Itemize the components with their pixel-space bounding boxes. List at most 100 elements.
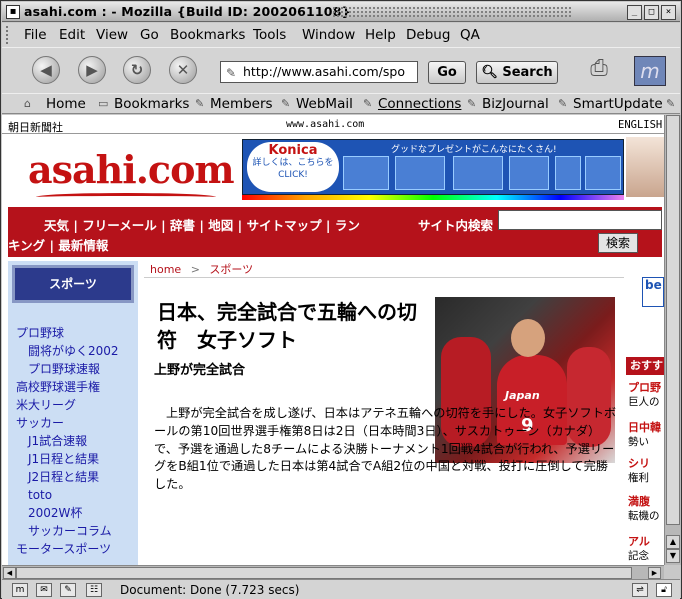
recommend-item-desc: 勢い (628, 436, 649, 448)
scroll-right-icon[interactable]: ▶ (648, 567, 661, 579)
sidebar-item[interactable]: プロ野球速報 (12, 360, 140, 378)
mail-icon[interactable]: ✉ (36, 583, 52, 597)
menu-debug[interactable]: Debug (406, 27, 450, 43)
sidebar-item[interactable]: J1日程と結果 (12, 450, 140, 468)
go-button[interactable]: Go (428, 61, 466, 84)
bookmark-icon: ✎ (558, 97, 568, 110)
sidebar-title[interactable]: スポーツ (12, 265, 134, 303)
logo-swoosh (36, 193, 216, 201)
sidebar-item[interactable]: サッカーコラム (12, 522, 140, 540)
window-menu-icon[interactable]: ▪ (6, 5, 20, 19)
navigation-toolbar: ◀ ▶ ↻ ✕ ✎ http://www.asahi.com/spo Go 🔍︎… (2, 47, 680, 93)
search-button[interactable]: 🔍︎ Search (476, 61, 558, 84)
navigator-icon[interactable]: m (12, 583, 28, 597)
mozilla-throbber-icon[interactable]: m (634, 56, 666, 86)
online-status-icon[interactable]: ⇌ (632, 583, 648, 597)
url-field[interactable]: ✎ http://www.asahi.com/spo (220, 61, 418, 83)
breadcrumb-home[interactable]: home (150, 263, 181, 276)
menu-go[interactable]: Go (140, 27, 159, 43)
side-ad-photo[interactable] (626, 137, 664, 197)
menu-help[interactable]: Help (365, 27, 396, 43)
site-nav-links[interactable]: 天気 | フリーメール | 辞書 | 地図 | サイトマップ | ラン (44, 215, 360, 234)
recommend-item[interactable]: 満腹 転機の (628, 495, 664, 523)
toolbar-grip[interactable] (6, 26, 14, 44)
asahi-logo-area[interactable]: asahi.com (8, 135, 238, 217)
folder-icon: ▭ (98, 97, 109, 110)
sidebar-item[interactable]: サッカー (12, 414, 140, 432)
minimize-button[interactable]: _ (627, 5, 642, 20)
divider (2, 133, 664, 134)
english-link[interactable]: ENGLISH (618, 119, 662, 131)
ad-phone-image (555, 156, 581, 190)
sidebar-item[interactable]: toto (12, 486, 140, 504)
recommend-item-title: 満腹 (628, 495, 650, 508)
menu-view[interactable]: View (96, 27, 128, 43)
reload-icon[interactable]: ↻ (123, 56, 151, 84)
article-headline: 日本、完全試合で五輪への切符 女子ソフト (157, 300, 417, 352)
sidebar-item[interactable]: 2002W杯 (12, 504, 140, 522)
bizjournal-link[interactable]: BizJournal (482, 96, 549, 112)
sidebar-item[interactable]: モータースポーツ (12, 540, 140, 558)
webmail-link[interactable]: WebMail (296, 96, 353, 112)
recommend-item[interactable]: シリ 権利 (628, 457, 664, 485)
sidebar-item[interactable]: 闘将がゆく2002 (12, 342, 140, 360)
site-search-input[interactable] (498, 210, 662, 230)
breadcrumb-sports[interactable]: スポーツ (209, 263, 253, 276)
forward-icon[interactable]: ▶ (78, 56, 106, 84)
recommend-item-title: 日中韓 (628, 421, 661, 434)
sidebar-item[interactable]: プロ野球 (12, 324, 140, 342)
konica-banner-ad[interactable]: Konica 詳しくは、こちらをCLICK! グッドなプレゼントがこんなにたくさ… (242, 139, 624, 195)
close-button[interactable]: × (661, 5, 676, 20)
photo-jersey-text: Japan (505, 389, 540, 402)
stop-icon[interactable]: ✕ (169, 56, 197, 84)
vertical-scroll-thumb[interactable] (666, 115, 680, 525)
page-proxy-icon[interactable]: ✎ (226, 63, 236, 82)
site-search-label: サイト内検索 (418, 218, 494, 233)
status-text: Document: Done (7.723 secs) (120, 583, 300, 597)
print-icon[interactable]: ⎙ (584, 56, 614, 84)
be-ad[interactable]: be (642, 277, 664, 307)
menu-bookmarks[interactable]: Bookmarks (170, 27, 245, 43)
scroll-left-icon[interactable]: ◀ (3, 567, 16, 579)
recommend-item[interactable]: プロ野 巨人の (628, 381, 664, 409)
security-lock-icon[interactable]: 🔓︎ (656, 583, 672, 597)
right-column: be おすす プロ野 巨人の 日中韓 勢い シリ 権利 満腹 転機の アル 記念 (626, 261, 664, 565)
site-domain: www.asahi.com (286, 119, 365, 130)
browser-window: ▪ asahi.com : - Mozilla {Build ID: 20020… (0, 0, 682, 599)
recommend-item-desc: 権利 (628, 472, 649, 484)
page-content: 朝日新聞社 www.asahi.com ENGLISH asahi.com Ko… (2, 115, 664, 565)
title-bar[interactable]: ▪ asahi.com : - Mozilla {Build ID: 20020… (2, 2, 680, 22)
recommend-item[interactable]: 日中韓 勢い (628, 421, 664, 449)
back-icon[interactable]: ◀ (32, 56, 60, 84)
maximize-button[interactable]: □ (644, 5, 659, 20)
bookmark-icon: ✎ (467, 97, 477, 110)
address-book-icon[interactable]: ☷ (86, 583, 102, 597)
ad-camera-image (509, 156, 549, 190)
connections-link[interactable]: Connections (378, 96, 461, 112)
home-link[interactable]: Home (46, 96, 86, 112)
vertical-scrollbar[interactable]: ▲ ▼ (664, 115, 681, 565)
sidebar-item[interactable]: J2日程と結果 (12, 468, 140, 486)
recommend-item-desc: 記念 (628, 550, 649, 562)
site-nav-links-2[interactable]: キング | 最新情報 (8, 235, 108, 254)
sidebar-item[interactable]: 高校野球選手権 (12, 378, 140, 396)
scroll-down-icon[interactable]: ▼ (666, 549, 680, 563)
menu-window[interactable]: Window (302, 27, 355, 43)
members-link[interactable]: Members (210, 96, 273, 112)
menu-qa[interactable]: QA (460, 27, 480, 43)
horizontal-scrollbar[interactable]: ◀ ▶ (2, 565, 664, 579)
composer-icon[interactable]: ✎ (60, 583, 76, 597)
scroll-up-icon[interactable]: ▲ (666, 535, 680, 549)
site-search-button[interactable]: 検索 (598, 233, 638, 253)
recommend-item[interactable]: アル 記念 (628, 535, 664, 563)
smartupdate-link[interactable]: SmartUpdate (573, 96, 663, 112)
sidebar-item[interactable]: J1試合速報 (12, 432, 140, 450)
menu-edit[interactable]: Edit (59, 27, 85, 43)
menu-tools[interactable]: Tools (253, 27, 286, 43)
search-button-label: Search (502, 65, 553, 80)
ad-laptop-image (585, 156, 621, 190)
bookmarks-link[interactable]: Bookmarks (114, 96, 189, 112)
menu-file[interactable]: File (24, 27, 47, 43)
sidebar-item[interactable]: 米大リーグ (12, 396, 140, 414)
horizontal-scroll-thumb[interactable] (16, 567, 632, 579)
